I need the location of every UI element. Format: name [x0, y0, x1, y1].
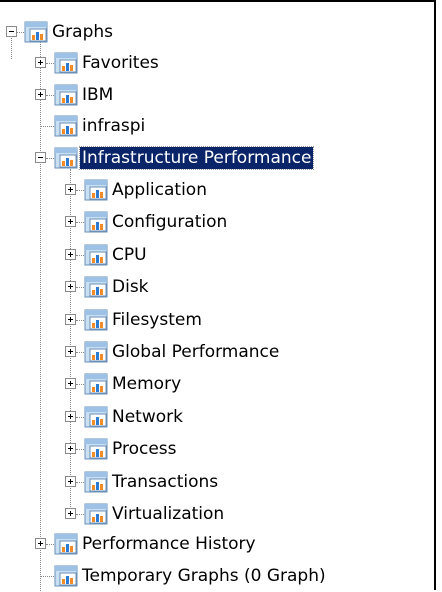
tree-item-performance-history[interactable]: Performance History	[80, 533, 258, 555]
tree-item-infrastructure-performance[interactable]: Infrastructure Performance	[78, 146, 315, 170]
graph-folder-icon	[54, 115, 78, 137]
graph-folder-icon	[84, 309, 108, 331]
root-collapse-toggle[interactable]	[6, 26, 17, 37]
graph-folder-icon	[84, 244, 108, 266]
tree-connector	[76, 287, 84, 288]
expand-toggle-memory[interactable]	[65, 378, 76, 389]
tree-connector	[40, 37, 41, 591]
collapse-toggle-infrastructure-performance[interactable]	[35, 152, 46, 163]
graph-folder-icon	[84, 341, 108, 363]
expand-toggle-transactions[interactable]	[65, 476, 76, 487]
tree-panel: Graphs Favorites IBM infraspi Infrastruc…	[0, 0, 436, 592]
tree-connector	[76, 384, 84, 385]
graph-folder-icon	[54, 52, 78, 74]
graph-folder-icon	[54, 533, 78, 555]
expand-toggle-performance-history[interactable]	[35, 538, 46, 549]
graph-folder-icon	[24, 21, 48, 43]
expand-toggle-disk[interactable]	[65, 281, 76, 292]
tree-item-application[interactable]: Application	[110, 179, 209, 201]
graph-folder-icon	[84, 276, 108, 298]
graph-folder-icon	[84, 179, 108, 201]
tree-item-infraspi[interactable]: infraspi	[80, 115, 147, 137]
graph-folder-icon	[54, 147, 78, 169]
expand-toggle-favorites[interactable]	[35, 57, 46, 68]
tree-item-ibm[interactable]: IBM	[80, 84, 115, 106]
tree-connector	[76, 255, 84, 256]
tree-connector	[11, 35, 12, 59]
tree-connector	[76, 449, 84, 450]
tree-connector	[76, 222, 84, 223]
tree-item-filesystem[interactable]: Filesystem	[110, 309, 204, 331]
tree-item-favorites[interactable]: Favorites	[80, 52, 161, 74]
tree-item-graphs[interactable]: Graphs	[50, 21, 115, 43]
graph-folder-icon	[84, 211, 108, 233]
expand-toggle-cpu[interactable]	[65, 249, 76, 260]
tree-connector	[40, 576, 54, 577]
expand-toggle-global-performance[interactable]	[65, 346, 76, 357]
graph-folder-icon	[84, 438, 108, 460]
tree-connector	[76, 417, 84, 418]
tree-connector	[76, 190, 84, 191]
graphs-tree: Graphs Favorites IBM infraspi Infrastruc…	[0, 2, 436, 592]
graph-folder-icon	[84, 471, 108, 493]
tree-item-transactions[interactable]: Transactions	[110, 471, 220, 493]
tree-connector	[76, 320, 84, 321]
tree-connector	[46, 63, 54, 64]
tree-connector	[76, 482, 84, 483]
tree-item-memory[interactable]: Memory	[110, 373, 183, 395]
tree-item-global-performance[interactable]: Global Performance	[110, 341, 281, 363]
graph-folder-icon	[54, 84, 78, 106]
expand-toggle-application[interactable]	[65, 184, 76, 195]
tree-connector	[46, 158, 54, 159]
expand-toggle-process[interactable]	[65, 443, 76, 454]
tree-item-virtualization[interactable]: Virtualization	[110, 503, 226, 525]
tree-connector	[76, 352, 84, 353]
tree-item-cpu[interactable]: CPU	[110, 244, 149, 266]
expand-toggle-network[interactable]	[65, 411, 76, 422]
graph-folder-icon	[54, 565, 78, 587]
tree-item-disk[interactable]: Disk	[110, 276, 151, 298]
tree-connector	[40, 126, 54, 127]
expand-toggle-virtualization[interactable]	[65, 508, 76, 519]
graph-folder-icon	[84, 503, 108, 525]
tree-connector	[46, 95, 54, 96]
expand-toggle-configuration[interactable]	[65, 216, 76, 227]
tree-connector	[46, 544, 54, 545]
expand-toggle-ibm[interactable]	[35, 89, 46, 100]
tree-item-temporary-graphs[interactable]: Temporary Graphs (0 Graph)	[80, 565, 328, 587]
tree-item-process[interactable]: Process	[110, 438, 179, 460]
tree-item-network[interactable]: Network	[110, 406, 185, 428]
tree-connector	[76, 514, 84, 515]
graph-folder-icon	[84, 406, 108, 428]
tree-item-configuration[interactable]: Configuration	[110, 211, 229, 233]
expand-toggle-filesystem[interactable]	[65, 314, 76, 325]
tree-connector	[17, 32, 24, 33]
graph-folder-icon	[84, 373, 108, 395]
